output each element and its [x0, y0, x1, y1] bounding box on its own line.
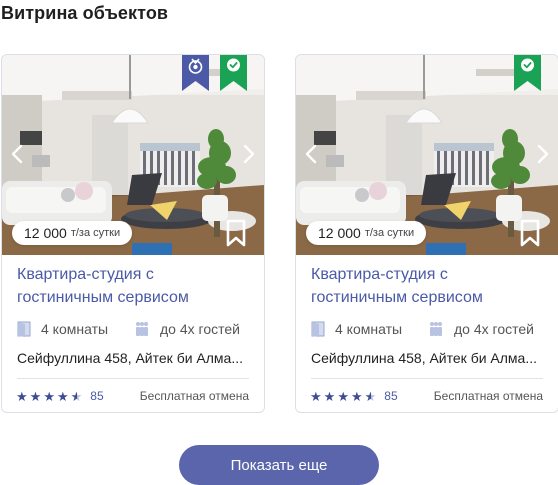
star-icon: ★	[43, 388, 55, 404]
rating: ★ ★ ★ ★ ★ 85	[310, 389, 398, 403]
section-title: Витрина объектов	[1, 3, 169, 23]
verified-ribbon-icon	[514, 55, 541, 91]
guests-icon	[430, 322, 442, 336]
medal-ribbon-icon	[182, 55, 209, 91]
guests-info: до 4х гостей	[428, 321, 534, 337]
price-unit: т/за сутки	[70, 227, 121, 239]
bookmark-button[interactable]	[518, 218, 542, 248]
star-icon: ★	[56, 388, 69, 404]
rooms-info: 4 комнаты	[311, 321, 402, 337]
divider	[311, 378, 543, 379]
listing-title[interactable]: Квартира-студия с гостиничным сервисом	[17, 263, 252, 309]
star-icon: ★	[364, 388, 377, 404]
next-photo-button[interactable]	[532, 141, 554, 167]
rooms-label: 4 комнаты	[335, 321, 403, 337]
show-more-button[interactable]: Показать еще	[179, 445, 379, 485]
price-unit: т/за сутки	[364, 227, 415, 239]
price-value: 12 000	[24, 225, 67, 241]
rating: ★ ★ ★ ★ ★ 85	[16, 389, 104, 403]
guests-info: до 4х гостей	[134, 321, 240, 337]
prev-photo-button[interactable]	[300, 141, 322, 167]
price-badge: 12 000 т/за сутки	[12, 221, 133, 245]
cancellation-policy: Бесплатная отмена	[433, 389, 543, 403]
star-icon: ★	[323, 388, 336, 404]
star-icon: ★	[29, 388, 42, 404]
price-badge: 12 000 т/за сутки	[306, 221, 427, 245]
guests-label: до 4х гостей	[454, 321, 534, 337]
listing-card[interactable]: 12 000 т/за сутки Квартира-студия с гост…	[295, 54, 558, 413]
listing-card[interactable]: 12 000 т/за сутки Квартира-студия с гост…	[1, 54, 265, 413]
review-count[interactable]: 85	[90, 389, 103, 403]
star-icon: ★	[337, 388, 349, 404]
verified-ribbon-icon	[220, 55, 247, 91]
guests-icon	[136, 322, 148, 336]
divider	[17, 378, 249, 379]
price-value: 12 000	[318, 225, 361, 241]
listing-address: Сейфуллина 458, Айтек би Алма...	[17, 350, 244, 366]
cancellation-policy: Бесплатная отмена	[139, 389, 249, 403]
star-icon: ★	[16, 388, 28, 404]
star-icon: ★	[70, 388, 83, 404]
chevron-left-icon	[305, 144, 317, 164]
listing-title[interactable]: Квартира-студия с гостиничным сервисом	[311, 263, 546, 309]
chevron-right-icon	[537, 144, 549, 164]
listing-address: Сейфуллина 458, Айтек би Алма...	[311, 350, 538, 366]
guests-label: до 4х гостей	[160, 321, 240, 337]
door-icon	[311, 321, 325, 337]
bookmark-button[interactable]	[224, 218, 248, 248]
next-photo-button[interactable]	[238, 141, 260, 167]
chevron-right-icon	[243, 144, 255, 164]
rooms-info: 4 комнаты	[17, 321, 108, 337]
bookmark-icon	[520, 219, 540, 247]
prev-photo-button[interactable]	[6, 141, 28, 167]
review-count[interactable]: 85	[384, 389, 397, 403]
door-icon	[17, 321, 31, 337]
chevron-left-icon	[11, 144, 23, 164]
rooms-label: 4 комнаты	[41, 321, 109, 337]
bookmark-icon	[226, 219, 246, 247]
star-icon: ★	[310, 388, 322, 404]
star-icon: ★	[350, 388, 363, 404]
